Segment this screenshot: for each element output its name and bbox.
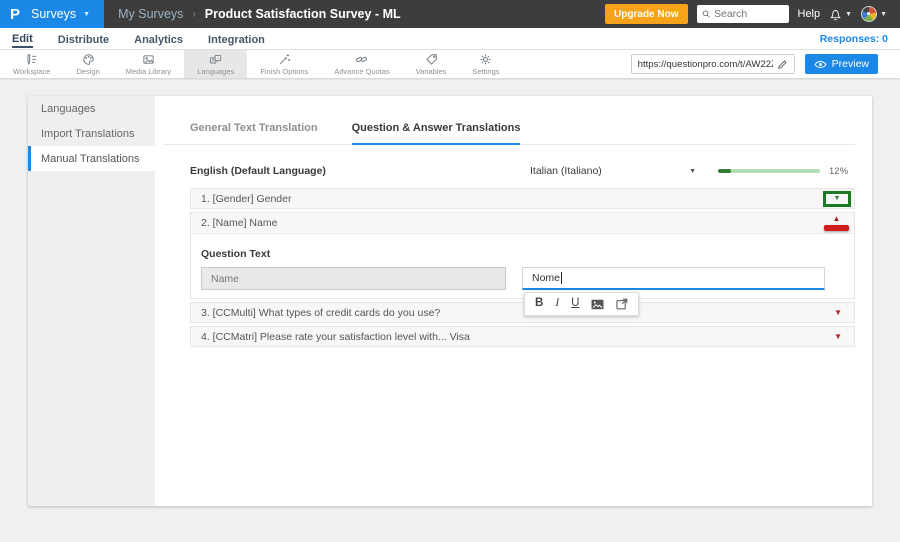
- italic-button[interactable]: I: [555, 298, 559, 310]
- product-switcher[interactable]: P Surveys ▼: [0, 0, 105, 28]
- edit-toolbar: Workspace Design Media Library AR Langua…: [0, 50, 900, 78]
- language-row: English (Default Language) Italian (Ital…: [190, 165, 855, 177]
- edit-pencil-icon[interactable]: [777, 59, 788, 70]
- insert-image-button[interactable]: [591, 299, 604, 310]
- chevron-down-icon: ▼: [880, 10, 887, 18]
- text-cursor: [561, 272, 563, 284]
- gear-icon: [480, 54, 491, 65]
- translations-main: General Text Translation Question & Answ…: [155, 96, 872, 506]
- sidebar-item-manual-translations[interactable]: Manual Translations: [28, 146, 155, 171]
- chevron-down-icon: ▼: [83, 10, 91, 18]
- breadcrumb-my-surveys[interactable]: My Surveys: [118, 7, 183, 21]
- avatar: [861, 6, 878, 22]
- toolbar-settings[interactable]: Settings: [459, 50, 512, 78]
- expand-caret-icon[interactable]: ▼: [834, 308, 842, 317]
- translate-icon: AR: [210, 54, 222, 64]
- chain-link-icon: [356, 56, 368, 63]
- expand-caret-icon[interactable]: ▼: [834, 332, 842, 341]
- source-language-label: English (Default Language): [190, 165, 326, 177]
- page-content: Languages Import Translations Manual Tra…: [0, 78, 900, 506]
- toolbar-workspace[interactable]: Workspace: [0, 50, 63, 78]
- eye-icon: [814, 60, 827, 68]
- palette-icon: [82, 54, 94, 65]
- bell-icon: [830, 9, 842, 20]
- underline-button[interactable]: U: [571, 298, 579, 310]
- toolbar-advance-quotas[interactable]: Advance Quotas: [321, 50, 402, 78]
- annotation-green-highlight-box: ▼: [823, 190, 851, 207]
- translation-progress-percent: 12%: [829, 165, 849, 177]
- source-text-field: Name: [201, 267, 506, 290]
- toolbar-finish-options[interactable]: Finish Options: [247, 50, 321, 78]
- toolbar-languages[interactable]: AR Languages: [184, 50, 248, 78]
- toolbar-variables[interactable]: Variables: [403, 50, 460, 78]
- translations-sidebar: Languages Import Translations Manual Tra…: [28, 96, 155, 506]
- svg-text:A: A: [217, 56, 220, 61]
- questionpro-logo: P: [10, 5, 21, 23]
- target-language-select[interactable]: Italian (Italiano) ▼: [530, 165, 696, 177]
- translation-progress-fill: [718, 169, 732, 173]
- global-search[interactable]: [696, 5, 789, 23]
- translation-editor-panel: Question Text Name Nome B I U: [191, 234, 854, 316]
- annotation-red-bar: [824, 225, 849, 231]
- breadcrumb: My Surveys › Product Satisfaction Survey…: [118, 7, 401, 21]
- sidebar-item-languages[interactable]: Languages: [28, 96, 155, 121]
- question-text-label: Question Text: [201, 248, 271, 260]
- external-link-icon: [616, 298, 628, 310]
- target-language-value: Italian (Italiano): [530, 165, 602, 177]
- workspace-icon: [27, 54, 37, 66]
- image-icon: [591, 299, 604, 309]
- question-expanded-name: 2. [Name] Name ▲ Question Text Name Nome…: [190, 212, 855, 316]
- account-menu[interactable]: ▼: [861, 6, 887, 22]
- nav-analytics[interactable]: Analytics: [134, 31, 183, 47]
- media-image-icon: [143, 55, 154, 64]
- product-menu-label: Surveys: [31, 7, 77, 21]
- svg-text:R: R: [212, 58, 215, 63]
- translation-tabs: General Text Translation Question & Answ…: [163, 122, 855, 145]
- nav-distribute[interactable]: Distribute: [58, 31, 109, 47]
- breadcrumb-separator-icon: ›: [192, 8, 196, 20]
- chevron-down-icon: ▼: [845, 10, 853, 18]
- help-link[interactable]: Help: [798, 8, 821, 20]
- question-list: 1. [Gender] Gender ▼ 2. [Name] Name ▲ Qu…: [190, 188, 855, 347]
- primary-nav: Edit Distribute Analytics Integration Re…: [0, 28, 900, 50]
- translation-progress-bar: [718, 169, 820, 173]
- search-input[interactable]: [713, 8, 784, 20]
- sidebar-item-import-translations[interactable]: Import Translations: [28, 121, 155, 146]
- annotation-red-collapse-marker: ▲: [824, 215, 849, 231]
- search-icon: [702, 10, 710, 18]
- tab-question-answer-translations[interactable]: Question & Answer Translations: [351, 122, 521, 145]
- toolbar-design[interactable]: Design: [63, 50, 112, 78]
- nav-edit[interactable]: Edit: [12, 30, 33, 48]
- preview-button[interactable]: Preview: [804, 54, 878, 74]
- translation-text-input[interactable]: Nome: [522, 267, 825, 290]
- magic-wand-icon: [279, 54, 290, 65]
- question-row-ccmatri[interactable]: 4. [CCMatri] Please rate your satisfacti…: [190, 326, 855, 347]
- survey-url-input[interactable]: [637, 58, 773, 70]
- responses-count[interactable]: Responses: 0: [820, 33, 888, 45]
- toolbar-media-library[interactable]: Media Library: [113, 50, 184, 78]
- upgrade-now-button[interactable]: Upgrade Now: [605, 4, 688, 24]
- expand-caret-icon[interactable]: ▼: [834, 195, 841, 202]
- collapse-caret-icon[interactable]: ▲: [833, 215, 841, 223]
- survey-title: Product Satisfaction Survey - ML: [204, 7, 401, 21]
- top-bar: P Surveys ▼ My Surveys › Product Satisfa…: [0, 0, 900, 28]
- question-row-ccmulti[interactable]: 3. [CCMulti] What types of credit cards …: [190, 302, 855, 323]
- question-row-gender[interactable]: 1. [Gender] Gender ▼: [190, 188, 855, 209]
- question-row-name[interactable]: 2. [Name] Name ▲: [191, 213, 854, 234]
- bold-button[interactable]: B: [535, 298, 543, 310]
- insert-link-button[interactable]: [616, 298, 628, 310]
- translations-card: Languages Import Translations Manual Tra…: [28, 96, 872, 506]
- notifications-menu[interactable]: ▼: [829, 8, 852, 21]
- format-toolbar: B I U: [524, 292, 640, 316]
- tag-icon: [425, 54, 437, 65]
- tab-general-text-translation[interactable]: General Text Translation: [190, 122, 318, 144]
- nav-integration[interactable]: Integration: [208, 31, 265, 47]
- chevron-down-icon: ▼: [689, 167, 696, 175]
- survey-url-field[interactable]: [630, 54, 795, 74]
